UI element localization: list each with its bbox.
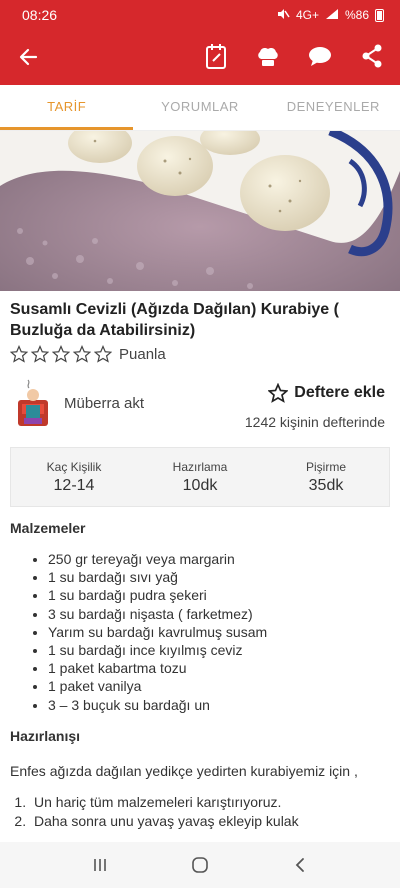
ingredients-list: 250 gr tereyağı veya margarin 1 su barda… [0,550,400,714]
save-count: 1242 kişinin defterinde [244,414,385,430]
list-item: 250 gr tereyağı veya margarin [48,550,400,568]
author-name[interactable]: Müberra akt [64,395,144,412]
back-icon[interactable] [285,850,315,880]
star-icon[interactable] [94,345,112,363]
star-icon[interactable] [52,345,70,363]
avatar[interactable] [14,378,52,428]
author-row[interactable]: Müberra akt [14,378,144,428]
list-item: Yarım su bardağı kavrulmuş susam [48,623,400,641]
rating-label[interactable]: Puanla [119,346,166,363]
list-item: 1 su bardağı ince kıyılmış ceviz [48,641,400,659]
list-item: Daha sonra unu yavaş yavaş ekleyip kulak [30,812,400,831]
battery-icon [375,8,384,22]
star-outline-icon [268,383,289,403]
app-bar-actions [200,40,388,72]
stat-prep-time: Hazırlama 10dk [137,448,263,506]
recipe-photo[interactable] [0,131,400,291]
stat-label: Hazırlama [172,459,228,474]
network-label: 4G+ [295,8,319,22]
save-label: Deftere ekle [294,384,385,401]
tab-comments[interactable]: YORUMLAR [133,85,266,130]
comment-icon[interactable] [304,40,336,72]
preparation-heading: Hazırlanışı [10,727,81,744]
star-icon[interactable] [10,345,28,363]
battery-label: %86 [344,8,369,22]
stat-cook-time: Pişirme 35dk [263,448,389,506]
list-item: 3 – 3 buçuk su bardağı un [48,696,400,714]
star-icon[interactable] [73,345,91,363]
rating-row[interactable]: Puanla [10,345,166,363]
signal-icon [325,8,339,23]
stat-value: 35dk [308,476,344,494]
status-time: 08:26 [22,7,58,23]
share-icon[interactable] [356,40,388,72]
notebook-icon[interactable] [200,40,232,72]
preparation-intro: Enfes ağızda dağılan yedikçe yedirten ku… [10,762,358,779]
list-item: 3 su bardağı nişasta ( farketmez) [48,605,400,623]
stat-value: 10dk [182,476,218,494]
mute-icon [276,7,290,24]
home-icon[interactable] [185,850,215,880]
list-item: 1 su bardağı pudra şekeri [48,586,400,604]
stat-label: Kaç Kişilik [46,459,102,474]
chef-hat-icon[interactable] [252,40,284,72]
status-icons: 4G+ %86 [276,7,384,24]
stat-label: Pişirme [305,459,346,474]
recent-apps-icon[interactable] [85,850,115,880]
recipe-title: Susamlı Cevizli (Ağızda Dağılan) Kurabiy… [10,301,339,339]
ingredients-heading: Malzemeler [10,520,86,536]
preparation-steps: Un hariç tüm malzemeleri karıştırıyoruz.… [0,793,400,831]
list-item: 1 paket vanilya [48,677,400,695]
system-nav-bar [0,842,400,888]
star-icon[interactable] [31,345,49,363]
stat-servings: Kaç Kişilik 12-14 [11,448,137,506]
stat-value: 12-14 [53,476,95,494]
list-item: Un hariç tüm malzemeleri karıştırıyoruz. [30,793,400,812]
tab-recipe[interactable]: TARİF [0,85,134,130]
save-to-notebook-button[interactable]: Deftere ekle [268,383,385,403]
tab-triers[interactable]: DENEYENLER [267,85,400,130]
back-arrow-icon[interactable] [14,43,42,71]
recipe-stats: Kaç Kişilik 12-14 Hazırlama 10dk Pişirme… [10,447,390,507]
status-bar: 08:26 4G+ %86 [0,0,400,30]
recipe-content[interactable]: Malzemeler 250 gr tereyağı veya margarin… [0,515,400,842]
tab-bar: TARİF YORUMLAR DENEYENLER [0,85,400,131]
list-item: 1 su bardağı sıvı yağ [48,568,400,586]
list-item: 1 paket kabartma tozu [48,659,400,677]
app-bar [0,30,400,85]
